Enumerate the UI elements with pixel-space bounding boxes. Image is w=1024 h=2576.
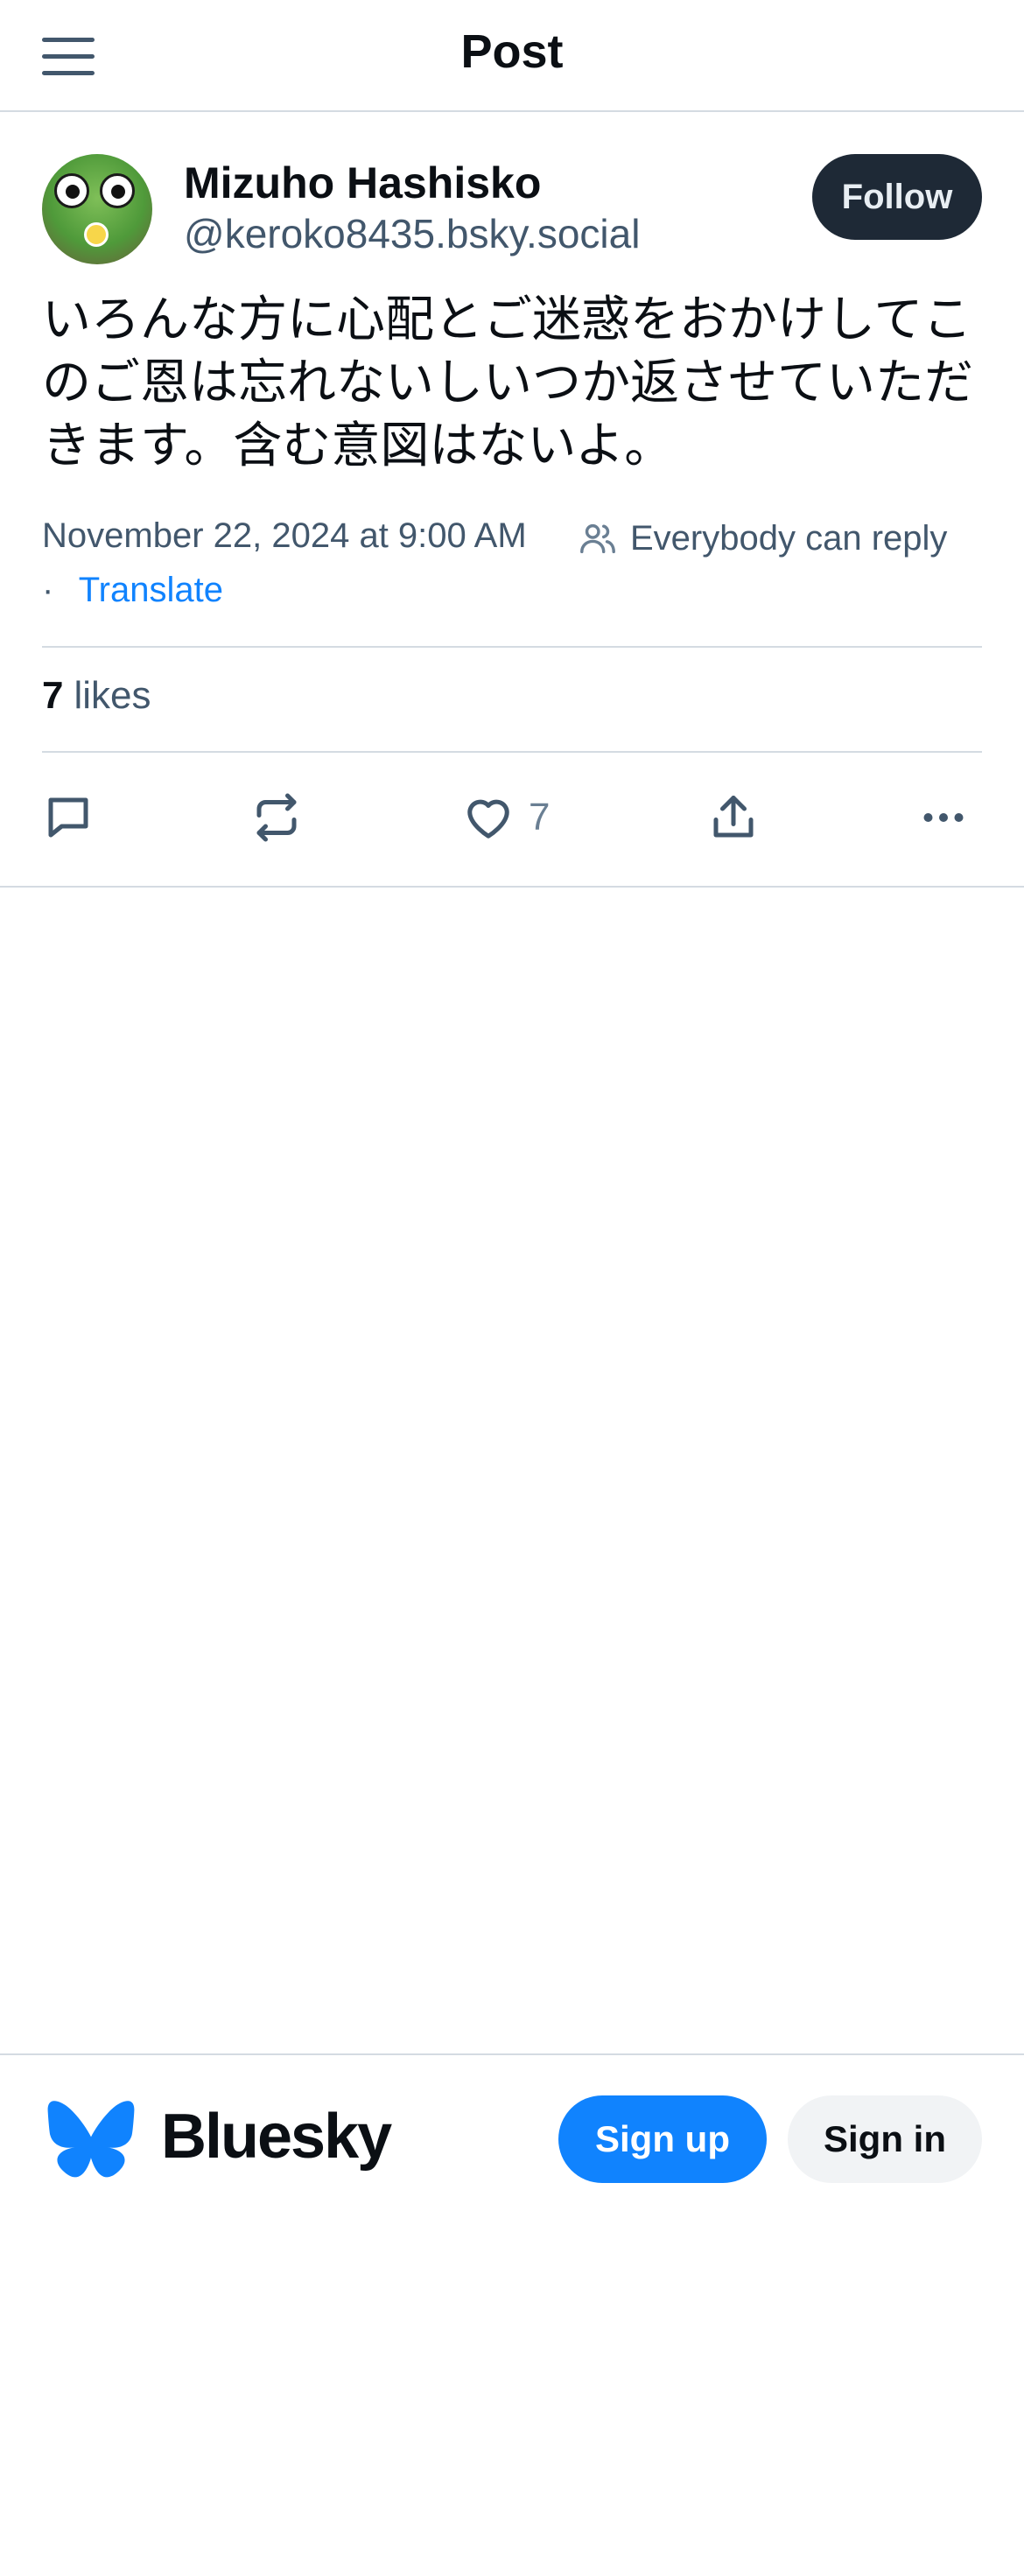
reply-setting: Everybody can reply: [578, 518, 947, 558]
divider: [0, 886, 1024, 888]
repost-icon: [256, 793, 297, 842]
reply-button[interactable]: [42, 786, 95, 849]
separator-dot: ·: [42, 571, 54, 609]
like-button[interactable]: 7: [462, 786, 550, 849]
translate-row: · Translate: [42, 571, 223, 610]
post-actions: 7: [42, 786, 982, 849]
likes-label: likes: [74, 674, 151, 717]
bluesky-butterfly-icon[interactable]: [47, 2101, 135, 2178]
post-meta: November 22, 2024 at 9:00 AM Everybody c…: [42, 513, 987, 562]
bottom-bar: Bluesky Sign up Sign in: [0, 2053, 1024, 2183]
avatar[interactable]: [42, 154, 152, 264]
author-handle[interactable]: @keroko8435.bsky.social: [184, 210, 640, 257]
people-icon: [580, 523, 615, 554]
share-button[interactable]: [707, 786, 760, 849]
like-count: 7: [529, 796, 551, 839]
post-timestamp[interactable]: November 22, 2024 at 9:00 AM: [42, 516, 527, 556]
heart-icon: [467, 799, 509, 839]
more-options-button[interactable]: [917, 786, 970, 849]
sign-in-button[interactable]: Sign in: [788, 2095, 982, 2183]
post-text: いろんな方に心配とご迷惑をおかけしてこのご恩は忘れないしいつか返させていただきま…: [42, 291, 973, 474]
likes-count: 7: [42, 674, 64, 717]
follow-button[interactable]: Follow: [812, 154, 982, 240]
more-options-icon: [923, 813, 964, 822]
share-icon: [713, 796, 754, 838]
likes-summary[interactable]: 7 likes: [42, 674, 151, 718]
post-author-row: Mizuho Hashisko @keroko8435.bsky.social …: [42, 154, 982, 268]
divider: [42, 646, 982, 648]
reply-setting-label: Everybody can reply: [630, 518, 948, 558]
page-title: Post: [460, 25, 564, 78]
sign-up-button[interactable]: Sign up: [558, 2095, 767, 2183]
page: Post Mizuho Hashisko @keroko8435.bsky.so…: [0, 0, 1024, 2576]
top-header: Post: [0, 0, 1024, 112]
divider: [42, 751, 982, 753]
translate-link[interactable]: Translate: [79, 571, 223, 609]
brand-name: Bluesky: [161, 2102, 392, 2172]
repost-button[interactable]: [250, 786, 303, 849]
author-display-name[interactable]: Mizuho Hashisko: [184, 158, 541, 208]
reply-icon: [48, 797, 88, 838]
